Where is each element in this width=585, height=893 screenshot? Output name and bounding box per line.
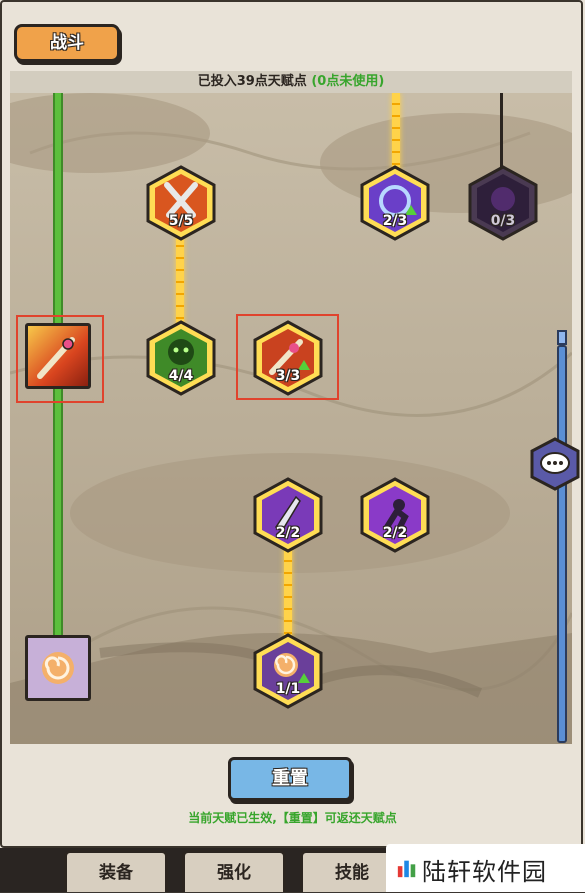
connector-shadow-top	[500, 93, 503, 173]
battle-tab[interactable]: 战斗	[14, 24, 120, 62]
connector-blade-swirl	[284, 538, 292, 648]
watermark-text: 陆轩软件园	[422, 858, 547, 886]
tab-equipment[interactable]: 装备	[64, 850, 168, 892]
talent-count: 0/3	[490, 213, 516, 229]
talent-node-spirit-guard[interactable]: 4/4	[145, 320, 217, 396]
highlight-sword-upgrade	[236, 314, 339, 400]
talent-node-shadow-dash[interactable]: 2/2	[359, 477, 431, 553]
talent-node-vortex-boost[interactable]: 2/3	[359, 165, 431, 241]
tab-enhance[interactable]: 强化	[182, 850, 286, 892]
crossed-swords-icon	[146, 165, 216, 241]
swirl-icon	[253, 633, 323, 709]
reset-hint: 当前天赋已生效,【重置】可返还天赋点	[188, 811, 397, 825]
points-unused-text: (0点未使用)	[311, 74, 385, 89]
reset-button[interactable]: 重置	[228, 757, 352, 801]
swirl-skill[interactable]	[25, 635, 91, 701]
talent-node-shadow-orb[interactable]: 0/3	[467, 165, 539, 241]
highlight-fire-sword	[16, 315, 104, 403]
talent-count: 4/4	[168, 368, 194, 384]
talent-count: 5/5	[168, 213, 194, 229]
talent-points-bar: 已投入39点天赋点 (0点未使用)	[10, 71, 572, 94]
talent-node-swirl-upgrade[interactable]: 1/1	[252, 633, 324, 709]
connector-vortex-top	[392, 93, 400, 173]
swirl-skill-icon	[42, 652, 74, 684]
watermark-logo-icon	[397, 860, 416, 878]
talent-count: 1/1	[275, 681, 301, 697]
scrollbar-track[interactable]	[557, 345, 567, 743]
green-spirit-icon	[146, 320, 216, 396]
points-invested-text: 已投入39点天赋点	[197, 74, 307, 89]
dash-icon	[360, 477, 430, 553]
talent-count: 2/3	[382, 213, 408, 229]
chat-bubble-icon[interactable]	[528, 437, 582, 491]
vortex-icon	[360, 165, 430, 241]
talent-count: 2/2	[275, 525, 301, 541]
watermark: 陆轩软件园	[386, 844, 585, 892]
talent-node-blade-strike[interactable]: 2/2	[252, 477, 324, 553]
talent-count: 2/2	[382, 525, 408, 541]
scrollbar-thumb[interactable]	[557, 330, 567, 345]
blade-icon	[253, 477, 323, 553]
talent-node-weapon-mastery[interactable]: 5/5	[145, 165, 217, 241]
shadow-icon	[468, 165, 538, 241]
